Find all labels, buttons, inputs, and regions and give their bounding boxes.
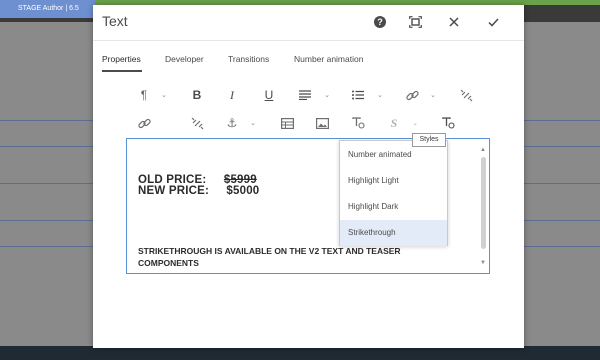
active-tab-indicator [102,70,142,72]
new-price-line: NEW PRICE: $5000 [138,185,259,197]
confirm-icon[interactable] [485,14,501,30]
styles-menu-item-selected[interactable]: Strikethrough [340,220,447,246]
tab-developer[interactable]: Developer [165,54,204,64]
image-icon[interactable] [313,115,331,131]
promo-text: STRIKETHROUGH IS AVAILABLE ON THE V2 TEX… [138,246,401,268]
fullscreen-icon[interactable] [407,14,423,30]
close-icon[interactable] [446,14,462,30]
dialog-header: Text ? [93,5,524,41]
new-price-label: NEW PRICE: [138,185,209,197]
list-icon[interactable] [349,87,367,103]
svg-text:?: ? [377,17,383,27]
text-format-icon[interactable] [439,115,457,131]
tab-properties[interactable]: Properties [102,54,141,64]
chevron-down-icon[interactable]: ⌄ [376,91,384,99]
scroll-up-icon[interactable]: ▲ [480,147,486,153]
styles-menu-item[interactable]: Highlight Light [340,168,447,194]
unlink-icon[interactable] [188,115,206,131]
editor-scrollbar[interactable]: ▲ ▼ [480,147,486,267]
author-badge: STAGE Author | 6.5 [0,0,95,18]
bold-icon[interactable]: B [188,87,206,103]
tab-transitions[interactable]: Transitions [228,54,269,64]
chevron-down-icon[interactable]: ⌄ [429,91,437,99]
dialog-title: Text [102,13,128,29]
chevron-down-icon[interactable]: ⌄ [323,91,331,99]
scroll-down-icon[interactable]: ▼ [480,260,486,266]
table-icon[interactable] [278,115,296,131]
styles-tooltip: Styles [412,133,446,147]
justify-icon[interactable] [296,87,314,103]
help-icon[interactable]: ? [372,14,388,30]
unlink-icon[interactable] [457,87,475,103]
styles-icon[interactable]: S [385,115,403,131]
special-character-icon[interactable] [349,115,367,131]
new-price-value: $5000 [226,185,260,197]
underline-icon[interactable]: U [260,87,278,103]
background-footer [0,346,600,360]
tab-number-animation[interactable]: Number animation [294,54,363,64]
anchor-icon[interactable]: ⚓ [223,115,241,131]
scroll-thumb[interactable] [481,157,486,249]
text-dialog: Text ? Properties Developer Transitions … [93,5,524,348]
styles-menu: Number animated Highlight Light Highligh… [339,140,448,246]
italic-icon[interactable]: I [223,87,241,103]
link-icon[interactable] [403,87,421,103]
chevron-down-icon[interactable]: ⌄ [249,119,257,127]
styles-menu-item[interactable]: Highlight Dark [340,194,447,220]
chevron-down-icon[interactable]: ⌄ [160,91,168,99]
chevron-down-icon[interactable]: ⌄ [411,119,419,127]
paragraph-format-icon[interactable]: ¶ [135,87,153,103]
link-icon[interactable] [135,115,153,131]
